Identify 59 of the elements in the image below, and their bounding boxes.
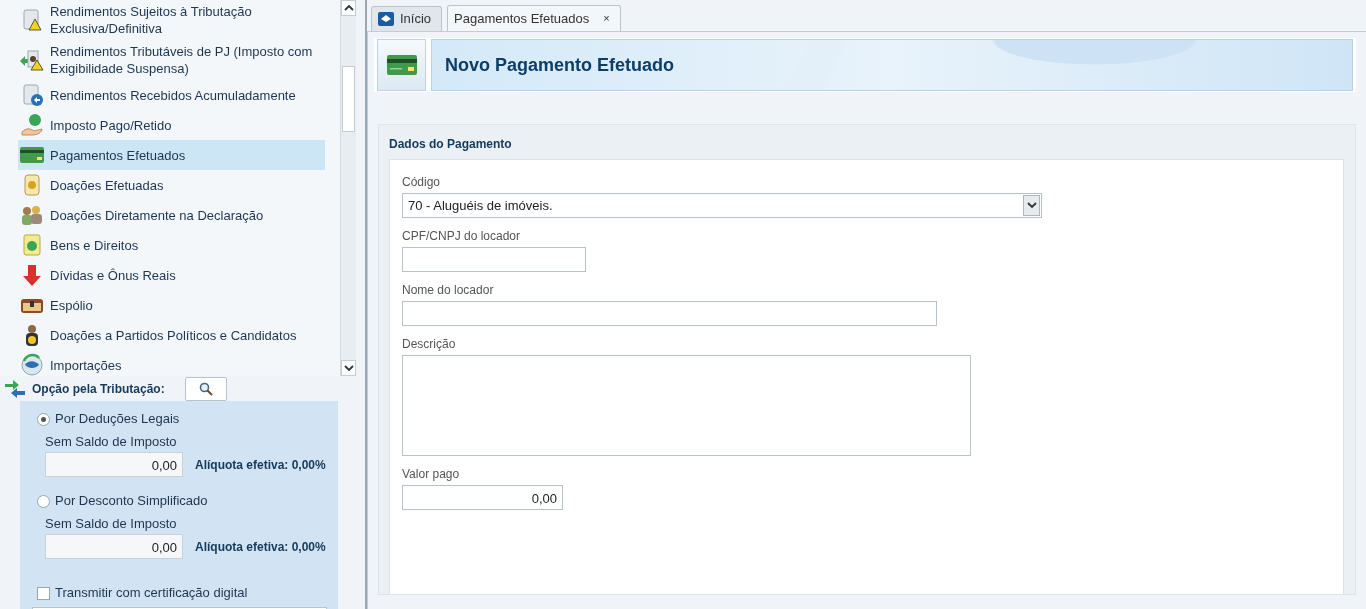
checkbox[interactable] — [37, 586, 50, 600]
sidebar-item[interactable]: Rendimentos Tributáveis de PJ (Imposto com Exigibilidade Suspensa) — [18, 40, 325, 80]
rate-text: Alíquota efetiva: 0,00% — [195, 538, 326, 556]
sidebar-item[interactable]: Pagamentos Efetuados — [18, 140, 325, 170]
field-label: Valor pago — [402, 466, 461, 483]
value-field: 0,00 — [45, 452, 183, 477]
credit-card-icon — [385, 53, 418, 77]
radio-button[interactable] — [37, 494, 50, 508]
field-label: Código — [402, 174, 442, 191]
close-icon[interactable]: × — [603, 10, 610, 27]
rate-text: Alíquota efetiva: 0,00% — [195, 456, 326, 474]
checkbox-label: Transmitir com certificação digital — [55, 584, 248, 603]
value-field: 0,00 — [45, 534, 183, 559]
document-back-icon — [20, 83, 44, 107]
option-sublabel: Sem Saldo de Imposto — [45, 432, 177, 451]
chevron-down-icon — [343, 364, 354, 372]
sidebar-item[interactable]: Doações a Partidos Políticos e Candidatos — [18, 320, 325, 350]
input-field[interactable] — [402, 301, 937, 326]
option-label: Por Desconto Simplificado — [55, 492, 208, 511]
dropdown[interactable]: 70 - Aluguéis de imóveis. — [402, 193, 1042, 218]
arrows-icon — [4, 379, 26, 398]
text-area[interactable] — [402, 355, 971, 456]
scroll-thumb[interactable] — [342, 66, 355, 132]
input-field[interactable]: 0,00 — [402, 485, 563, 510]
field-label: CPF/CNPJ do locador — [402, 228, 522, 245]
caret-icon — [1023, 195, 1040, 216]
sidebar-item[interactable]: Importações — [18, 350, 325, 376]
search-icon — [198, 381, 213, 396]
field-label: Nome do locador — [402, 282, 495, 299]
document-coin-icon — [20, 233, 44, 257]
people-icon — [20, 203, 44, 227]
option-label: Por Deduções Legais — [55, 410, 180, 429]
radio-button[interactable] — [37, 412, 50, 426]
sidebar-item[interactable]: Doações Efetuadas — [18, 170, 325, 200]
option-sublabel: Sem Saldo de Imposto — [45, 514, 177, 533]
chevron-up-icon — [343, 4, 354, 12]
sidebar-item[interactable]: Espólio — [18, 290, 325, 320]
tab[interactable]: Início — [371, 6, 443, 31]
search-button[interactable] — [184, 376, 227, 401]
page-title: Novo Pagamento Efetuado — [445, 53, 675, 77]
down-arrow-icon — [20, 263, 44, 287]
section-title: Dados do Pagamento — [389, 136, 513, 153]
tab[interactable]: Pagamentos Efetuados × — [447, 5, 621, 31]
scroll-up-button[interactable] — [341, 0, 356, 16]
hand-coin-icon — [20, 113, 44, 137]
document-warning-icon — [20, 8, 44, 32]
logo-icon — [378, 12, 394, 26]
scroll-down-button[interactable] — [341, 360, 356, 376]
field-label: Descrição — [402, 336, 457, 353]
sidebar-item[interactable]: Rendimentos Recebidos Acumuladamente — [18, 80, 325, 110]
scrollbar[interactable] — [340, 0, 356, 376]
tax-option-title: Opção pela Tributação: — [32, 380, 165, 398]
sidebar-item[interactable]: Rendimentos Sujeitos à Tributação Exclusiva/Definitiva — [18, 0, 325, 40]
sidebar-item[interactable]: Bens e Direitos — [18, 230, 325, 260]
sidebar-item[interactable]: Dívidas e Ônus Reais — [18, 260, 325, 290]
sidebar-item[interactable]: Imposto Pago/Retido — [18, 110, 325, 140]
input-field[interactable] — [402, 247, 586, 272]
document-warning-icon — [20, 48, 44, 72]
sidebar-item[interactable]: Doações Diretamente na Declaração — [18, 200, 325, 230]
